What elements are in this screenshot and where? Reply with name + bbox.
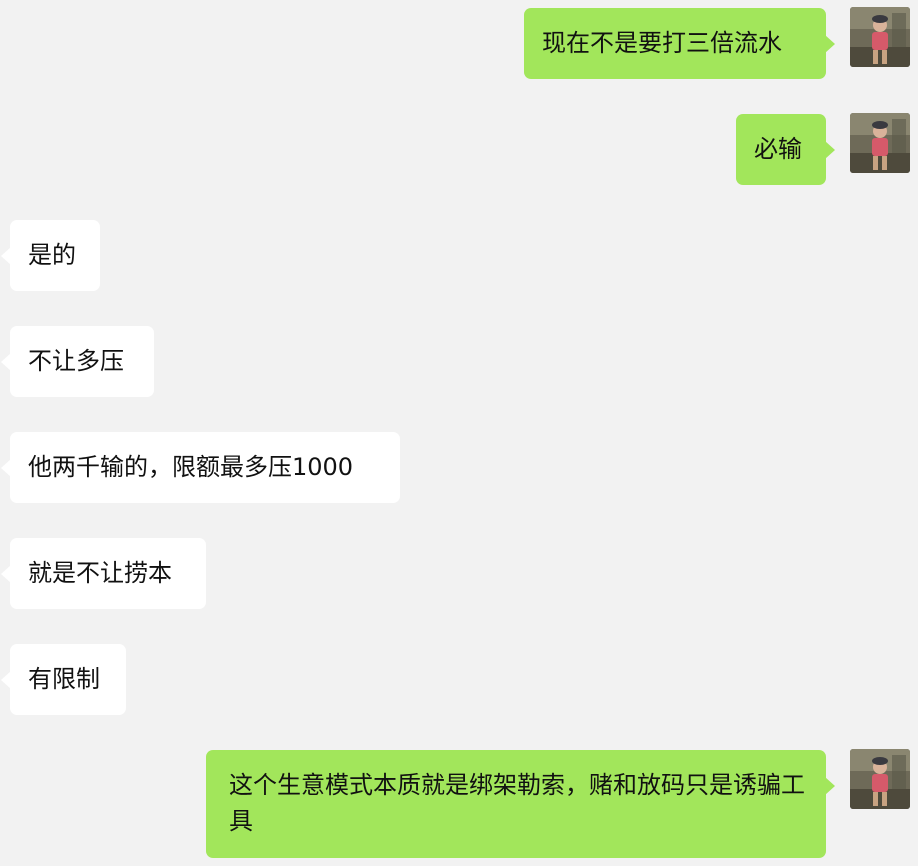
message-text: 是的 <box>28 241 76 269</box>
received-message-bubble[interactable]: 就是不让捞本 <box>1 538 206 609</box>
message-text: 这个生意模式本质就是绑架勒索，赌和放码只是诱骗工具 <box>229 771 805 835</box>
message-text: 必输 <box>754 135 802 163</box>
user-avatar[interactable] <box>850 113 910 173</box>
user-photo-avatar-icon <box>850 749 910 809</box>
message-text: 就是不让捞本 <box>28 559 172 587</box>
chat-conversation: 现在不是要打三倍流水 必输 是的 不让多压 他两千输的，限额最多压1000 就是… <box>0 0 918 866</box>
received-message-bubble[interactable]: 是的 <box>1 220 100 291</box>
user-avatar[interactable] <box>850 749 910 809</box>
received-message-bubble[interactable]: 不让多压 <box>1 326 154 397</box>
user-photo-avatar-icon <box>850 7 910 67</box>
message-text: 现在不是要打三倍流水 <box>542 29 782 57</box>
message-text: 不让多压 <box>28 347 124 375</box>
received-message-bubble[interactable]: 他两千输的，限额最多压1000 <box>1 432 400 503</box>
sent-message-bubble[interactable]: 现在不是要打三倍流水 <box>524 8 835 79</box>
received-message-bubble[interactable]: 有限制 <box>1 644 126 715</box>
sent-message-bubble[interactable]: 这个生意模式本质就是绑架勒索，赌和放码只是诱骗工具 <box>206 750 835 858</box>
user-avatar[interactable] <box>850 7 910 67</box>
sent-message-bubble[interactable]: 必输 <box>736 114 835 185</box>
message-text: 他两千输的，限额最多压1000 <box>28 453 354 481</box>
message-text: 有限制 <box>28 665 100 693</box>
user-photo-avatar-icon <box>850 113 910 173</box>
